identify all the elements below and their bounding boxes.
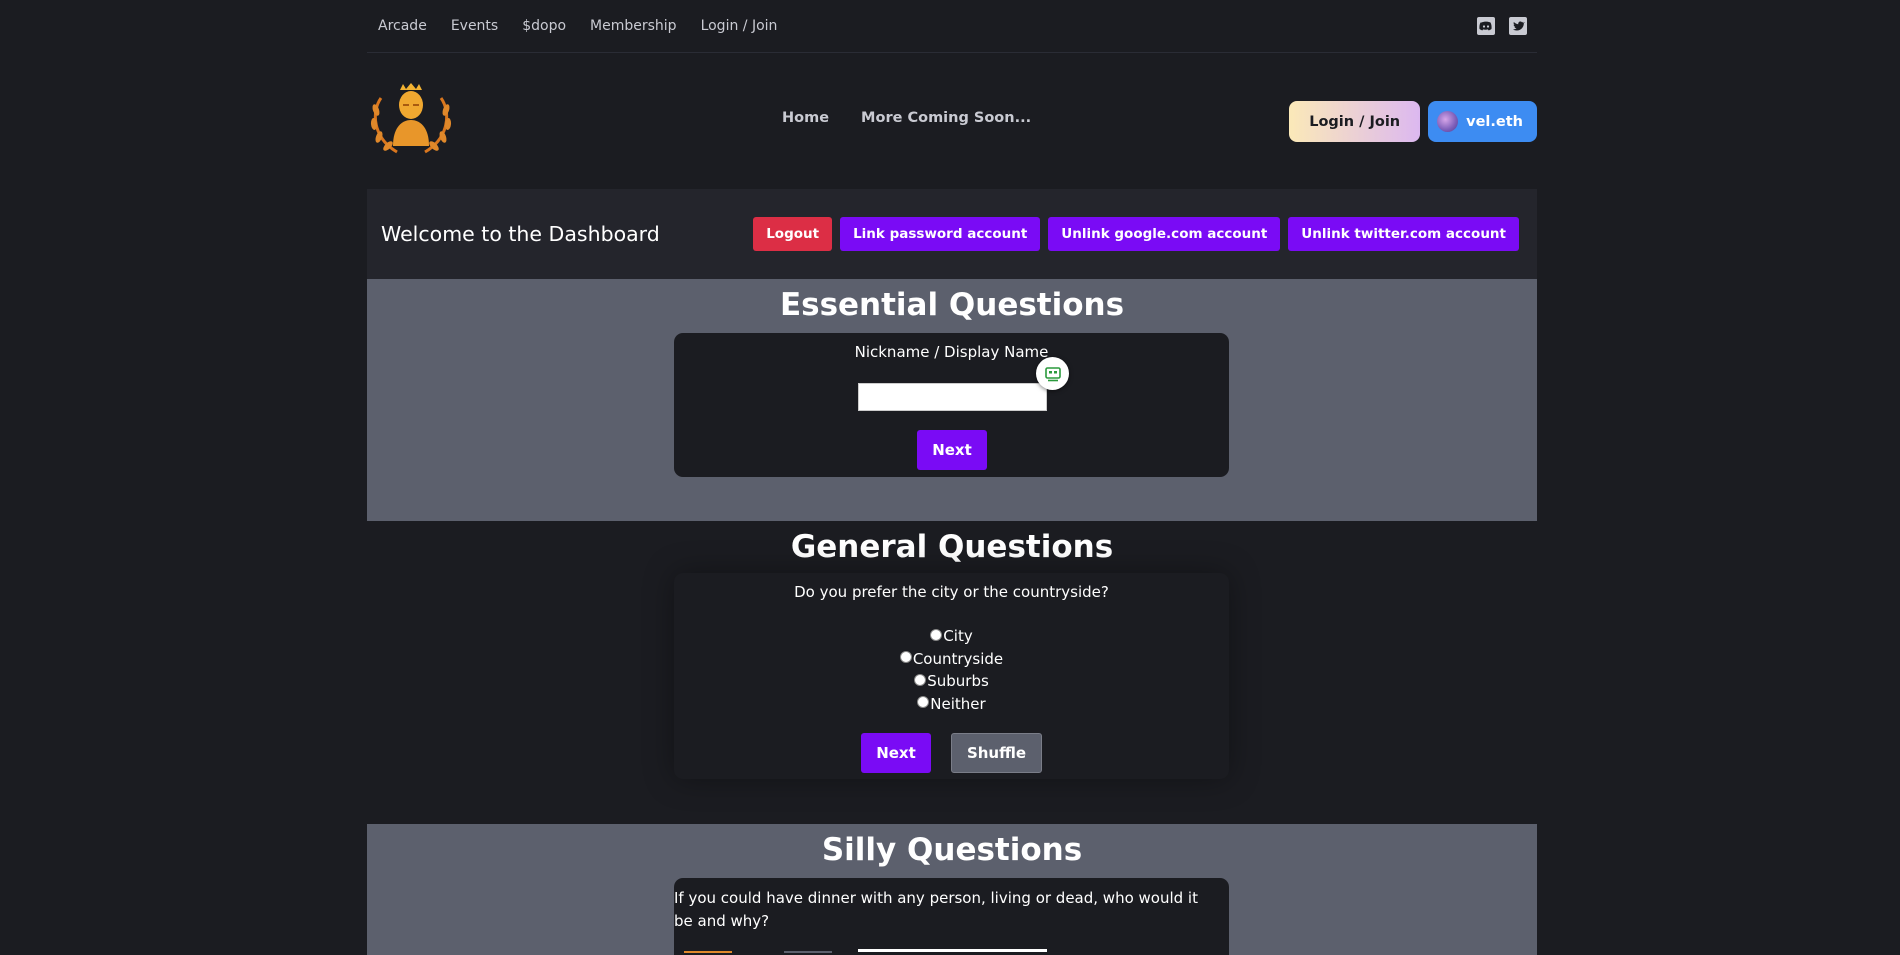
answer-options: City Countryside Suburbs Neither <box>674 625 1229 715</box>
wallet-button[interactable]: vel.eth <box>1428 101 1537 142</box>
top-nav-events[interactable]: Events <box>451 18 498 34</box>
top-nav-membership[interactable]: Membership <box>590 18 677 34</box>
nickname-label: Nickname / Display Name <box>854 343 1049 361</box>
essential-questions-section: Essential Questions Nickname / Display N… <box>367 279 1537 521</box>
top-nav-login[interactable]: Login / Join <box>701 18 778 34</box>
option-city[interactable]: City <box>930 625 973 648</box>
dashboard-header: Welcome to the Dashboard Logout Link pas… <box>367 189 1537 279</box>
login-join-button[interactable]: Login / Join <box>1289 101 1421 142</box>
site-header: Home More Coming Soon... Login / Join ve… <box>367 80 1537 160</box>
silly-answer-input[interactable] <box>858 949 1047 952</box>
essential-next-button[interactable]: Next <box>917 430 987 470</box>
unlink-google-button[interactable]: Unlink google.com account <box>1048 217 1281 251</box>
option-label: City <box>943 627 973 646</box>
shuffle-button[interactable]: Shuffle <box>951 733 1042 773</box>
main-nav: Home More Coming Soon... <box>782 110 1031 126</box>
wallet-avatar <box>1437 111 1459 132</box>
top-bar: Arcade Events $dopo Membership Login / J… <box>367 0 1537 53</box>
top-nav: Arcade Events $dopo Membership Login / J… <box>367 18 801 34</box>
silly-questions-section: Silly Questions If you could have dinner… <box>367 824 1537 955</box>
option-suburbs[interactable]: Suburbs <box>914 670 989 693</box>
option-label: Suburbs <box>927 672 989 691</box>
general-questions-title: General Questions <box>790 529 1114 565</box>
general-questions-section: General Questions Do you prefer the city… <box>367 521 1537 824</box>
twitter-icon[interactable] <box>1509 17 1527 35</box>
essential-questions-title: Essential Questions <box>779 287 1125 323</box>
link-password-button[interactable]: Link password account <box>840 217 1041 251</box>
wallet-label: vel.eth <box>1466 113 1523 130</box>
password-assist-icon[interactable] <box>1036 357 1069 390</box>
general-question-text: Do you prefer the city or the countrysid… <box>794 583 1109 601</box>
top-nav-arcade[interactable]: Arcade <box>378 18 427 34</box>
general-questions-card: Do you prefer the city or the countrysid… <box>674 573 1229 779</box>
main-nav-coming-soon[interactable]: More Coming Soon... <box>861 110 1031 126</box>
header-actions: Login / Join vel.eth <box>1289 101 1537 142</box>
logout-button[interactable]: Logout <box>753 217 833 251</box>
silly-questions-card: If you could have dinner with any person… <box>674 878 1229 955</box>
unlink-twitter-button[interactable]: Unlink twitter.com account <box>1288 217 1519 251</box>
radio-button[interactable] <box>899 651 912 664</box>
top-nav-dopo[interactable]: $dopo <box>522 18 566 34</box>
silly-action-button[interactable] <box>684 951 732 953</box>
silly-question-text: If you could have dinner with any person… <box>674 889 1198 930</box>
dashboard-title: Welcome to the Dashboard <box>381 222 660 246</box>
radio-button[interactable] <box>930 628 943 641</box>
general-next-button[interactable]: Next <box>861 733 931 773</box>
essential-questions-card: Nickname / Display Name Next <box>674 333 1229 477</box>
main-nav-home[interactable]: Home <box>782 110 829 126</box>
option-label: Countryside <box>912 649 1004 668</box>
option-neither[interactable]: Neither <box>917 693 986 716</box>
social-links <box>1477 17 1537 35</box>
discord-icon[interactable] <box>1477 17 1495 35</box>
silly-questions-title: Silly Questions <box>821 832 1083 868</box>
option-countryside[interactable]: Countryside <box>899 648 1004 671</box>
account-actions: Logout Link password account Unlink goog… <box>753 217 1519 251</box>
radio-button[interactable] <box>917 696 930 709</box>
option-label: Neither <box>930 694 986 713</box>
radio-button[interactable] <box>914 673 927 686</box>
nickname-input[interactable] <box>858 383 1047 411</box>
silly-secondary-button[interactable] <box>784 951 832 953</box>
site-logo[interactable] <box>367 80 455 160</box>
